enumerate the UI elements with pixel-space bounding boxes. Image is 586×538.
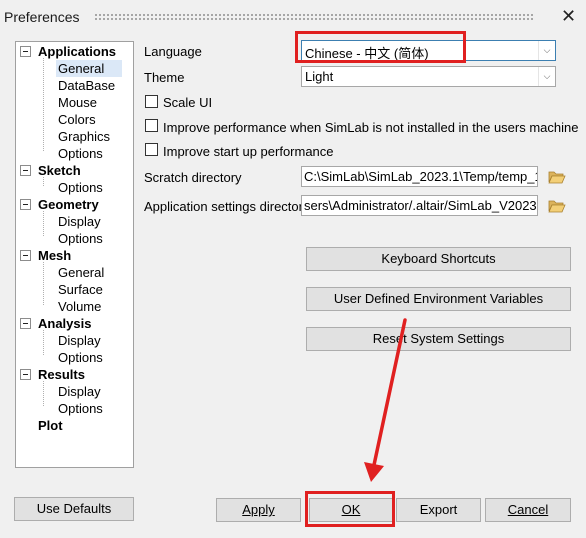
folder-open-icon[interactable] [548,199,566,213]
tree-item-label: Sketch [38,163,81,178]
improve-performance-checkbox[interactable] [145,119,158,132]
app-settings-directory-input[interactable]: sers\Administrator/.altair/SimLab_V2023.… [301,195,538,216]
collapse-icon[interactable] [20,199,31,210]
tree-item-label: Display [58,333,101,348]
collapse-icon[interactable] [20,369,31,380]
apply-button[interactable]: Apply [216,498,301,522]
language-label: Language [144,44,202,59]
tree-connector [43,330,44,356]
tree-item-label: Options [58,350,103,365]
folder-open-icon[interactable] [548,170,566,184]
tree-item-label: Colors [58,112,96,127]
tree-item-label: DataBase [58,78,116,93]
cancel-label: Cancel [507,502,549,517]
scratch-directory-label: Scratch directory [144,170,242,185]
collapse-icon[interactable] [20,46,31,57]
tree-item-label: Geometry [38,197,99,212]
tree-connector [43,58,44,152]
language-value: Chinese - 中文 (简体) [305,46,429,61]
collapse-icon[interactable] [20,165,31,176]
language-combo[interactable]: Chinese - 中文 (简体) ⌵ [301,40,556,61]
tree-item-label: Applications [38,44,117,59]
tree-item-label: Options [58,146,103,161]
export-button[interactable]: Export [396,498,481,522]
tree-item-label: General [58,265,105,280]
apply-label: Apply [242,502,275,517]
tree-connector [43,262,44,305]
chevron-down-icon[interactable]: ⌵ [538,67,555,86]
tree-item-label: Mouse [58,95,98,110]
title-bar: Preferences ✕ [0,0,586,34]
scratch-directory-input[interactable]: C:\SimLab\SimLab_2023.1\Temp/temp_1 [301,166,538,187]
use-defaults-button[interactable]: Use Defaults [14,497,134,521]
improve-performance-label: Improve performance when SimLab is not i… [163,120,579,135]
tree-connector [43,381,44,407]
theme-label: Theme [144,70,185,85]
user-env-vars-button[interactable]: User Defined Environment Variables [306,287,571,311]
tree-item-label: Options [58,231,103,246]
theme-value: Light [305,69,334,84]
collapse-icon[interactable] [20,250,31,261]
close-icon[interactable]: ✕ [561,7,576,25]
tree-item-label: Surface [58,282,103,297]
tree-item-label: Options [58,401,103,416]
ok-label: OK [341,502,361,517]
tree-item-label: Options [58,180,103,195]
scale-ui-label: Scale UI [163,95,213,110]
category-tree[interactable]: Applications General DataBase Mouse Colors Gr… [15,41,134,468]
chevron-down-icon[interactable]: ⌵ [538,41,555,60]
reset-system-settings-button[interactable]: Reset System Settings [306,327,571,351]
window-title: Preferences [4,9,80,25]
annotation-arrow-head [364,462,384,482]
ok-button[interactable]: OK [309,498,393,522]
tree-item-label: Analysis [38,316,92,331]
tree-connector [43,211,44,237]
drag-grip[interactable] [94,13,534,21]
cancel-button[interactable]: Cancel [485,498,571,522]
collapse-icon[interactable] [20,318,31,329]
tree-item-label: Results [38,367,85,382]
startup-performance-checkbox[interactable] [145,143,158,156]
startup-performance-label: Improve start up performance [163,144,334,159]
app-settings-directory-label: Application settings directory [144,199,310,214]
theme-combo[interactable]: Light ⌵ [301,66,556,87]
keyboard-shortcuts-button[interactable]: Keyboard Shortcuts [306,247,571,271]
tree-item-label: Graphics [58,129,111,144]
tree-item-label: General [56,60,123,77]
tree-item-label: Display [58,214,101,229]
tree-item-label: Plot [38,418,63,433]
tree-connector [43,177,44,186]
scale-ui-checkbox[interactable] [145,95,158,108]
tree-item-label: Display [58,384,101,399]
tree-item-label: Volume [58,299,102,314]
